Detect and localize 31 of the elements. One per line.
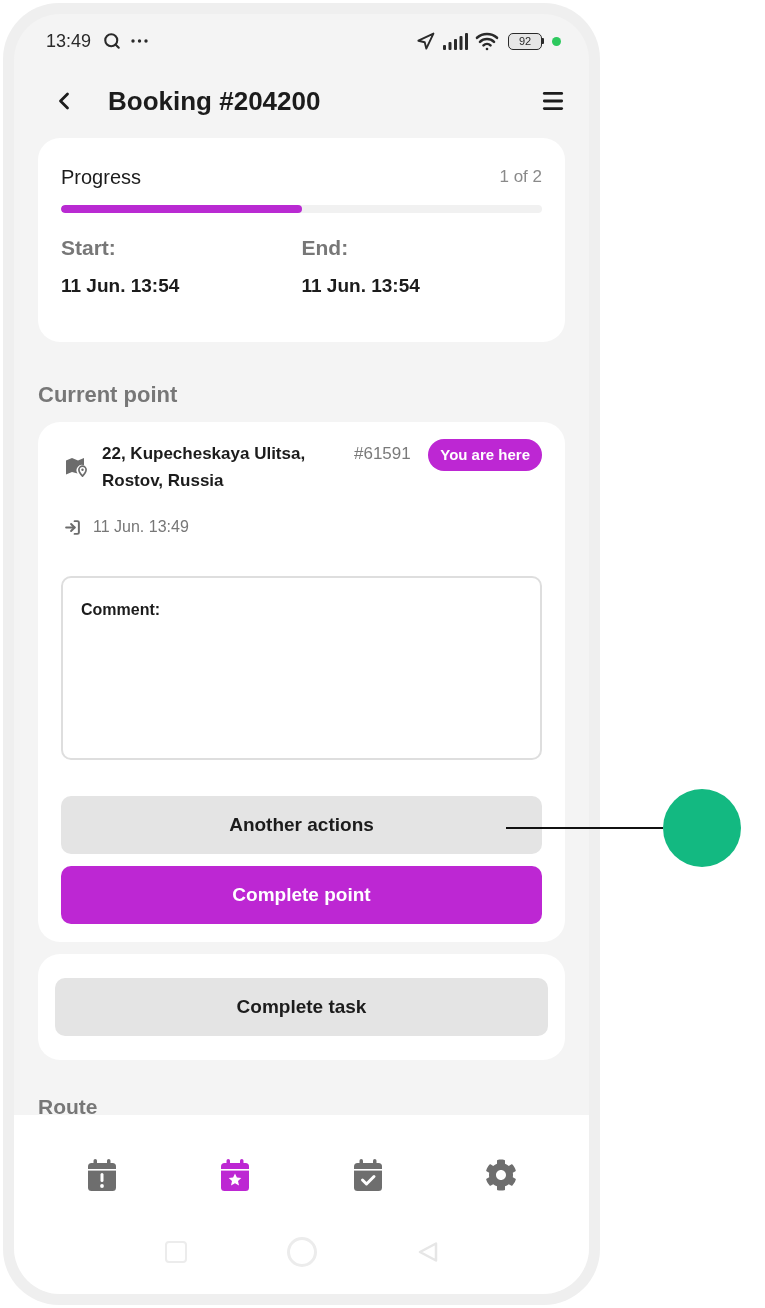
action-button[interactable]: Complete point: [61, 866, 542, 924]
end-value: 11 Jun. 13:54: [301, 275, 421, 297]
arrival-time: 11 Jun. 13:49: [93, 517, 189, 537]
point-number: #61591: [354, 443, 411, 465]
point-address: 22, Kupecheskaya Ulitsa, Rostov, Russia: [102, 443, 307, 492]
more-icon: [131, 39, 149, 43]
page-title: Booking #204200: [108, 88, 321, 114]
status-time: 13:49: [46, 32, 92, 50]
calendar-star-icon: [221, 1159, 250, 1191]
signal-icon: [443, 32, 468, 50]
comment-field[interactable]: Comment:: [61, 576, 542, 760]
calendar-exclamation-icon: [88, 1159, 117, 1191]
settings-icon: [484, 1159, 517, 1191]
location-badge: You are here: [428, 439, 542, 471]
action-button[interactable]: Another actions: [61, 796, 542, 854]
start-label: Start:: [61, 236, 117, 260]
progress-count: 1 of 2: [499, 166, 542, 189]
location-arrow-icon: [416, 31, 435, 51]
battery-indicator: 92: [508, 32, 544, 50]
section-heading: Current point: [38, 382, 178, 408]
end-label: End:: [301, 236, 350, 260]
complete-task-button[interactable]: Complete task: [55, 978, 548, 1036]
status-dot-icon: [552, 36, 561, 46]
progress-label: Progress: [61, 165, 142, 190]
back-triangle-icon: [417, 1242, 438, 1262]
search-icon: [103, 32, 122, 50]
map-pin-icon: [66, 457, 87, 477]
section-heading: Route: [38, 1096, 98, 1115]
calendar-check-icon: [353, 1159, 382, 1191]
start-value: 11 Jun. 13:54: [61, 275, 181, 297]
arrival-icon: [64, 518, 81, 536]
